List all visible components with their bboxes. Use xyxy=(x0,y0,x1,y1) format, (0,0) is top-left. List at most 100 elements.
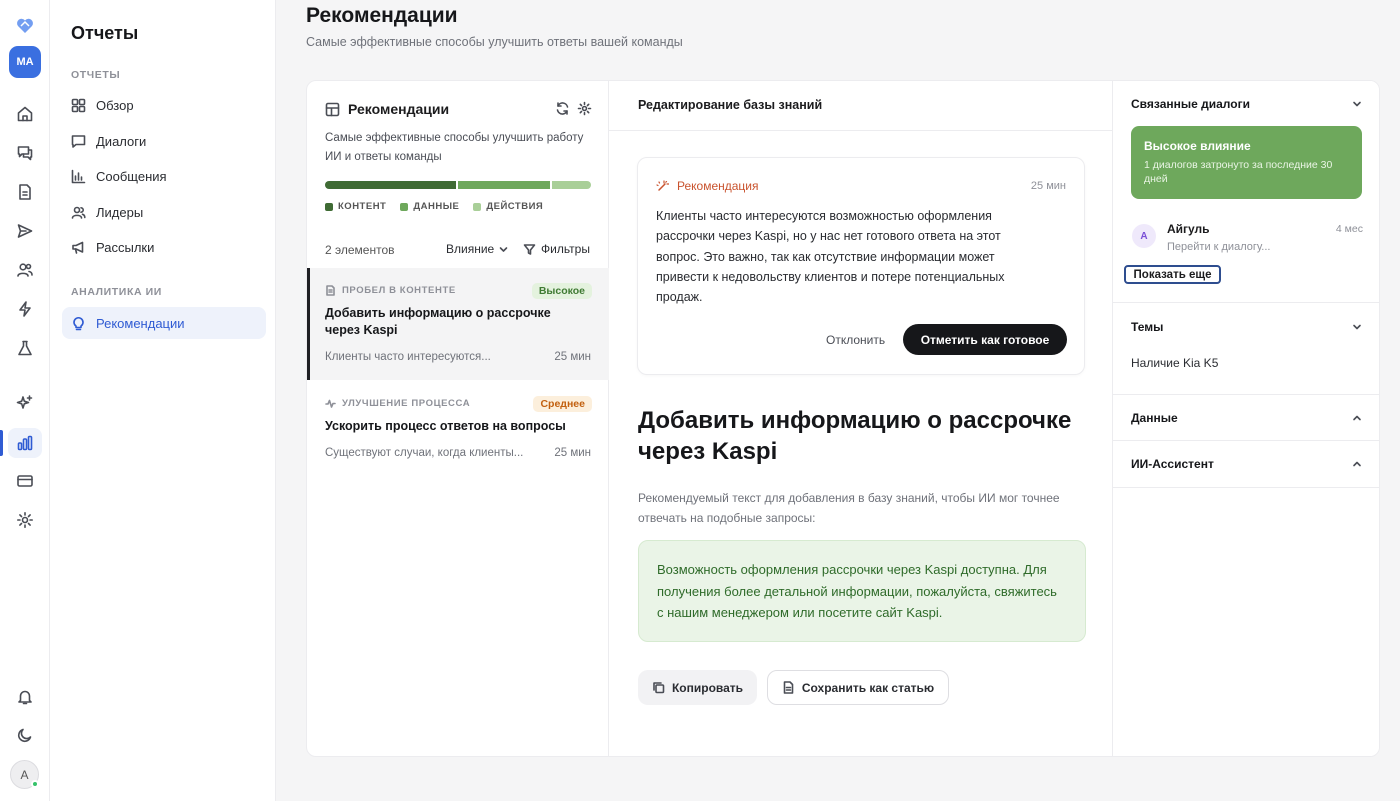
item-time: 25 мин xyxy=(554,447,591,459)
topics-title: Темы xyxy=(1131,320,1164,334)
note-text: Клиенты часто интересуются возможностью … xyxy=(656,209,1005,305)
sort-label: Влияние xyxy=(446,242,495,256)
nav-item-overview[interactable]: Обзор xyxy=(62,89,266,121)
side-panel: Связанные диалоги Высокое влияние 1 диал… xyxy=(1113,81,1379,756)
list-item[interactable]: ПРОБЕЛ В КОНТЕНТЕ Высокое Добавить инфор… xyxy=(307,268,609,380)
list-header: Рекомендации xyxy=(325,101,449,117)
workspace-avatar[interactable]: MA xyxy=(9,46,41,78)
items-count: 2 элементов xyxy=(325,243,395,257)
filters-label: Фильтры xyxy=(541,242,590,256)
note-time: 25 мин xyxy=(1030,180,1066,192)
list-item[interactable]: УЛУЧШЕНИЕ ПРОЦЕССА Среднее Ускорить проц… xyxy=(307,381,609,493)
nav-item-mailings[interactable]: Рассылки xyxy=(62,231,266,263)
refresh-icon[interactable] xyxy=(555,101,570,116)
moon-icon[interactable] xyxy=(8,720,42,750)
page-subtitle: Самые эффективные способы улучшить ответ… xyxy=(306,35,683,49)
progress-segment-content xyxy=(325,181,456,189)
nav-item-leaders[interactable]: Лидеры xyxy=(62,196,266,228)
related-dialogs-title: Связанные диалоги xyxy=(1131,97,1250,111)
dialog-avatar: A xyxy=(1132,224,1156,248)
nav-item-recommendations[interactable]: Рекомендации xyxy=(62,307,266,339)
message-icon xyxy=(71,134,86,148)
item-meta: Клиенты часто интересуются... 25 мин xyxy=(325,351,591,363)
list-description: Самые эффективные способы улучшить работ… xyxy=(325,132,584,163)
grid-icon xyxy=(71,98,86,112)
flask-icon[interactable] xyxy=(8,333,42,363)
reports-nav: Отчеты ОТЧЕТЫ Обзор Диалоги Сообщения Ли… xyxy=(50,0,276,801)
nav-item-label: Обзор xyxy=(96,97,134,113)
reject-button[interactable]: Отклонить xyxy=(826,333,885,347)
nav-item-label: Рекомендации xyxy=(96,315,185,331)
impact-text: 1 диалогов затронуто за последние 30 дне… xyxy=(1144,159,1333,185)
list-title: Рекомендации xyxy=(348,101,450,117)
bar-icon xyxy=(71,169,86,183)
nav-item-label: Диалоги xyxy=(96,133,147,149)
activity-icon xyxy=(325,399,336,408)
user-avatar[interactable]: A xyxy=(10,760,39,789)
progress-segment-actions xyxy=(551,181,591,189)
copy-icon xyxy=(653,682,665,694)
topics-section: Темы xyxy=(1113,303,1379,395)
filters-button[interactable]: Фильтры xyxy=(523,242,590,256)
impact-badge: Высокое xyxy=(531,283,592,299)
chevron-down-icon[interactable] xyxy=(1351,98,1363,110)
chevron-down-icon[interactable] xyxy=(1351,321,1363,333)
legend-content: КОНТЕНТ xyxy=(325,201,386,212)
nav-section-reports: ОТЧЕТЫ xyxy=(71,69,121,81)
dialog-time: 4 мес xyxy=(1335,223,1363,235)
document-icon xyxy=(326,285,335,296)
send-icon[interactable] xyxy=(8,216,42,246)
nav-item-label: Сообщения xyxy=(96,168,167,184)
recommendation-hint: Рекомендуемый текст для добавления в баз… xyxy=(638,491,1060,525)
nav-item-dialogs[interactable]: Диалоги xyxy=(62,125,266,157)
lightbulb-icon xyxy=(73,316,84,330)
chevron-up-icon[interactable] xyxy=(1351,458,1363,470)
bolt-icon[interactable] xyxy=(8,294,42,324)
item-time: 25 мин xyxy=(554,351,591,363)
save-as-article-button[interactable]: Сохранить как статью xyxy=(767,670,949,705)
impact-badge: Среднее xyxy=(533,396,592,412)
bar-chart-icon[interactable] xyxy=(8,428,42,458)
nav-item-label: Рассылки xyxy=(96,239,155,255)
nav-item-messages[interactable]: Сообщения xyxy=(62,160,266,192)
chat-icon[interactable] xyxy=(8,138,42,168)
sparkle-icon[interactable] xyxy=(8,388,42,418)
dialog-name[interactable]: Айгуль xyxy=(1167,222,1210,236)
document-icon[interactable] xyxy=(8,177,42,207)
logo-icon[interactable] xyxy=(13,14,37,38)
home-icon[interactable] xyxy=(8,99,42,129)
item-meta: Существуют случаи, когда клиенты... 25 м… xyxy=(325,447,591,459)
progress-segment-data xyxy=(458,181,550,189)
ai-assistant-title: ИИ-Ассистент xyxy=(1131,457,1214,471)
magic-wand-icon xyxy=(656,179,669,191)
chevron-up-icon[interactable] xyxy=(1351,412,1363,424)
nav-section-ai: АНАЛИТИКА ИИ xyxy=(71,286,162,298)
users-icon[interactable] xyxy=(8,255,42,285)
sort-dropdown[interactable]: Влияние xyxy=(446,242,509,256)
show-more-button[interactable]: Показать еще xyxy=(1124,265,1221,284)
recommendations-list-panel: Рекомендации Самые эффективные способы у… xyxy=(307,81,609,756)
dialog-link[interactable]: Перейти к диалогу... xyxy=(1167,241,1270,253)
icon-rail: MA A xyxy=(0,0,50,801)
item-preview: Существуют случаи, когда клиенты... xyxy=(325,447,524,459)
chevron-down-icon xyxy=(499,246,508,252)
rail-active-indicator xyxy=(0,430,3,456)
card-icon[interactable] xyxy=(8,466,42,496)
related-dialogs-section: Связанные диалоги Высокое влияние 1 диал… xyxy=(1113,81,1379,303)
gear-icon[interactable] xyxy=(8,505,42,535)
ai-assistant-section[interactable]: ИИ-Ассистент xyxy=(1113,441,1379,488)
category-progress-bar xyxy=(325,181,591,189)
users-icon xyxy=(71,206,86,219)
copy-button[interactable]: Копировать xyxy=(638,670,757,705)
item-title: Добавить информацию о рассрочке через Ka… xyxy=(325,306,551,337)
impact-card: Высокое влияние 1 диалогов затронуто за … xyxy=(1131,126,1362,199)
online-status-dot xyxy=(31,780,39,788)
data-section[interactable]: Данные xyxy=(1113,395,1379,441)
mark-done-button[interactable]: Отметить как готовое xyxy=(903,324,1067,355)
bell-icon[interactable] xyxy=(8,682,42,712)
item-title: Ускорить процесс ответов на вопросы xyxy=(325,419,566,433)
legend-data: ДАННЫЕ xyxy=(400,201,459,212)
data-title: Данные xyxy=(1131,411,1178,425)
settings-icon[interactable] xyxy=(577,101,592,116)
suggested-text-box[interactable]: Возможность оформления рассрочки через K… xyxy=(638,540,1086,642)
